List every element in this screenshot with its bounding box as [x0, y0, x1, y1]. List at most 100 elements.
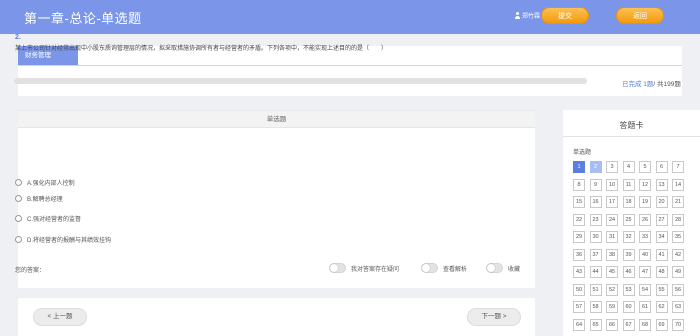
- next-question-button[interactable]: 下一题 >: [467, 308, 521, 326]
- answer-card-cell[interactable]: 67: [622, 318, 635, 331]
- answer-card-cell[interactable]: 23: [589, 213, 602, 226]
- user-info[interactable]: 郑竹霖: [514, 11, 540, 20]
- answer-card-cell[interactable]: 69: [655, 318, 668, 331]
- answer-card-cell[interactable]: 48: [655, 266, 668, 278]
- answer-card-cell[interactable]: 2: [589, 161, 602, 173]
- answer-card-cell[interactable]: 55: [655, 283, 668, 296]
- answer-card-cell[interactable]: 46: [622, 266, 635, 278]
- answer-card-cell[interactable]: 18: [622, 196, 635, 208]
- analysis-switch[interactable]: [421, 263, 438, 273]
- answer-card-cell[interactable]: 49: [672, 266, 684, 278]
- answer-card-cell[interactable]: 41: [655, 248, 668, 261]
- radio-button[interactable]: [15, 236, 22, 243]
- answer-card-cell[interactable]: 51: [589, 283, 602, 296]
- answer-card-cell[interactable]: 19: [639, 196, 651, 208]
- your-answer-label: 您的答案：: [15, 268, 46, 274]
- doubt-switch[interactable]: [329, 263, 346, 273]
- answer-card-cell[interactable]: 9: [589, 178, 602, 191]
- radio-button[interactable]: [15, 179, 22, 186]
- answer-card-cell[interactable]: 50: [573, 283, 585, 296]
- answer-card-cell[interactable]: 14: [672, 178, 684, 191]
- answer-card-cell[interactable]: 68: [639, 318, 651, 331]
- answer-card-cell[interactable]: 40: [639, 248, 651, 261]
- question-type-header: 单选题: [18, 110, 535, 128]
- answer-card-cell[interactable]: 22: [573, 213, 585, 226]
- answer-card-cell[interactable]: 66: [606, 318, 618, 331]
- prev-question-button[interactable]: < 上一题: [33, 308, 87, 326]
- progress-text: 已完成 1题/ 共199题: [622, 78, 681, 88]
- answer-card-cell[interactable]: 59: [606, 301, 618, 313]
- answer-card-cell[interactable]: 37: [589, 248, 602, 261]
- answer-card-cell[interactable]: 70: [672, 318, 684, 331]
- analysis-toggle[interactable]: 查看解析: [421, 263, 467, 273]
- answer-card-cell[interactable]: 1: [573, 161, 585, 173]
- doubt-toggle[interactable]: 我对答案存在疑问: [329, 263, 399, 273]
- answer-card-cell[interactable]: 26: [639, 213, 651, 226]
- answer-card-cell[interactable]: 13: [655, 178, 668, 191]
- answer-card-cell[interactable]: 43: [573, 266, 585, 278]
- favorite-toggle[interactable]: 收藏: [486, 263, 520, 273]
- answer-card-cell[interactable]: 58: [589, 301, 602, 313]
- answer-card-cell[interactable]: 56: [672, 283, 684, 296]
- radio-button[interactable]: [15, 195, 22, 202]
- answer-card-cell[interactable]: 5: [639, 161, 651, 173]
- answer-card-cell[interactable]: 34: [655, 231, 668, 243]
- option-label: C.强对经营者的监督: [27, 217, 82, 223]
- answer-card-cell[interactable]: 62: [655, 301, 668, 313]
- submit-button[interactable]: 提交: [541, 7, 589, 24]
- option-a[interactable]: A.强化内部人控制: [15, 178, 75, 187]
- answer-card-cell[interactable]: 16: [589, 196, 602, 208]
- answer-card-cell[interactable]: 65: [589, 318, 602, 331]
- answer-card-cell[interactable]: 29: [573, 231, 585, 243]
- answer-card-cell[interactable]: 11: [622, 178, 635, 191]
- answer-card-cell[interactable]: 30: [589, 231, 602, 243]
- answer-card-cell[interactable]: 32: [622, 231, 635, 243]
- answer-card-cell[interactable]: 63: [672, 301, 684, 313]
- answer-card-cell[interactable]: 20: [655, 196, 668, 208]
- answer-card-cell[interactable]: 31: [606, 231, 618, 243]
- answer-card-cell[interactable]: 33: [639, 231, 651, 243]
- answer-card-cell[interactable]: 24: [606, 213, 618, 226]
- answer-card-cell[interactable]: 10: [606, 178, 618, 191]
- answer-card-cell[interactable]: 52: [606, 283, 618, 296]
- favorite-label: 收藏: [508, 266, 521, 273]
- answer-card-cell[interactable]: 12: [639, 178, 651, 191]
- answer-card-cell[interactable]: 17: [606, 196, 618, 208]
- answer-card-cell[interactable]: 35: [672, 231, 684, 243]
- answer-card-cell[interactable]: 7: [672, 161, 684, 173]
- answer-card-cell[interactable]: 38: [606, 248, 618, 261]
- answer-card-cell[interactable]: 57: [573, 301, 585, 313]
- answer-card-cell[interactable]: 54: [639, 283, 651, 296]
- answer-card-cell[interactable]: 15: [573, 196, 585, 208]
- progress-done: 已完成 1题: [622, 81, 654, 88]
- progress-bar: [14, 78, 587, 84]
- question-number: 2.: [15, 34, 21, 41]
- answer-card-cell[interactable]: 64: [573, 318, 585, 331]
- answer-card-cell[interactable]: 25: [622, 213, 635, 226]
- option-b[interactable]: B.解聘总经理: [15, 194, 63, 203]
- answer-card-cell[interactable]: 61: [639, 301, 651, 313]
- answer-card-cell[interactable]: 42: [672, 248, 684, 261]
- progress-total: / 共199题: [653, 81, 681, 88]
- back-button[interactable]: 返回: [616, 7, 664, 24]
- answer-card-cell[interactable]: 47: [639, 266, 651, 278]
- answer-card-cell[interactable]: 6: [655, 161, 668, 173]
- answer-card-cell[interactable]: 53: [622, 283, 635, 296]
- answer-card-cell[interactable]: 27: [655, 213, 668, 226]
- answer-card-cell[interactable]: 3: [606, 161, 618, 173]
- answer-card-grid: 1 2 3 4 5 6 7 8 9 10 11 12 13 14 15 16 17 18 19 20 21 22 23 24 2…: [573, 161, 700, 336]
- option-c[interactable]: C.强对经营者的监督: [15, 214, 81, 223]
- answer-card-cell[interactable]: 36: [573, 248, 585, 261]
- answer-card-cell[interactable]: 8: [573, 178, 585, 191]
- answer-card-cell[interactable]: 4: [622, 161, 635, 173]
- radio-button[interactable]: [15, 215, 22, 222]
- answer-card-cell[interactable]: 21: [672, 196, 684, 208]
- answer-card-cell[interactable]: 39: [622, 248, 635, 261]
- answer-card-cell[interactable]: 45: [606, 266, 618, 278]
- answer-card-cell[interactable]: 28: [672, 213, 684, 226]
- favorite-switch[interactable]: [486, 263, 503, 273]
- answer-card-cell[interactable]: 44: [589, 266, 602, 278]
- answer-card-cell[interactable]: 60: [622, 301, 635, 313]
- subject-panel: 财务管理: [18, 46, 682, 96]
- option-d[interactable]: D.将经营者的报酬与其绩效挂钩: [15, 235, 111, 244]
